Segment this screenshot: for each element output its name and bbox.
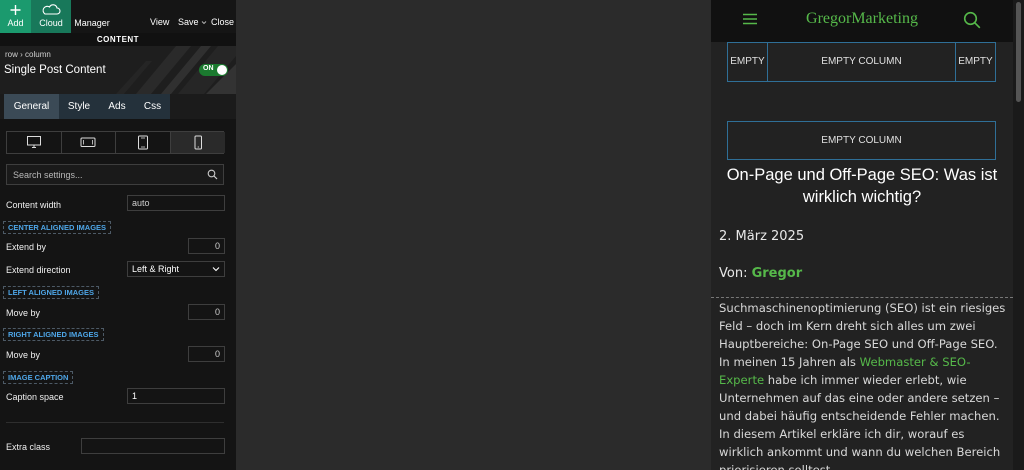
save-label: Save	[178, 17, 199, 27]
tab-ads[interactable]: Ads	[99, 94, 135, 119]
mobile-icon	[194, 135, 202, 150]
right-move-by-input[interactable]: 0	[188, 346, 225, 362]
close-button[interactable]: Close	[211, 17, 234, 27]
tablet-landscape-icon	[80, 137, 96, 147]
add-button[interactable]: Add	[0, 0, 31, 33]
search-icon[interactable]	[207, 169, 218, 180]
manager-label: Manager	[74, 18, 110, 28]
app-window: Add Cloud Manager View Save Close CONTEN…	[0, 0, 1024, 470]
breadcrumb-row[interactable]: row	[5, 50, 18, 59]
manager-button[interactable]: Manager	[71, 0, 113, 33]
center-aligned-images-section: CENTER ALIGNED IMAGES	[3, 221, 112, 234]
element-toggle[interactable]: ON	[199, 64, 228, 76]
tablet-icon	[137, 135, 148, 150]
device-mobile-button[interactable]	[170, 132, 225, 153]
content-width-input[interactable]: auto	[127, 195, 225, 211]
editor-toolbar: Add Cloud Manager View Save Close	[0, 0, 236, 33]
panel-section-title: CONTENT	[0, 33, 236, 46]
content-width-label: Content width	[6, 200, 62, 210]
caption-space-label: Caption space	[6, 392, 64, 402]
post-author-line: Von: Gregor	[719, 266, 802, 281]
content-element-outline	[711, 297, 1013, 298]
post-date: 2. März 2025	[719, 229, 805, 244]
empty-column[interactable]: EMPTY	[955, 42, 996, 82]
tab-css[interactable]: Css	[135, 94, 170, 119]
extend-direction-select[interactable]: Left & Right	[127, 261, 225, 277]
extend-by-label: Extend by	[6, 242, 47, 252]
cloud-label: Cloud	[39, 18, 63, 28]
right-aligned-images-section: RIGHT ALIGNED IMAGES	[3, 328, 104, 341]
empty-column[interactable]: EMPTY	[727, 42, 768, 82]
chevron-down-icon	[201, 21, 206, 25]
device-tablet-landscape-button[interactable]	[62, 132, 116, 153]
plus-icon	[0, 3, 31, 17]
cloud-icon	[31, 3, 71, 17]
page-preview: GregorMarketing EMPTY EMPTY COLUMN EMPTY…	[711, 0, 1013, 470]
device-tablet-button[interactable]	[116, 132, 171, 153]
scrollbar[interactable]	[1013, 0, 1024, 470]
extend-direction-label: Extend direction	[6, 265, 71, 275]
search-icon[interactable]	[963, 11, 981, 29]
add-label: Add	[7, 18, 24, 28]
divider	[6, 422, 224, 423]
image-caption-section: IMAGE CAPTION	[3, 371, 74, 384]
toggle-knob	[217, 65, 227, 75]
tab-general[interactable]: General	[4, 94, 59, 119]
element-header: row › column Single Post Content ON	[0, 46, 236, 94]
left-aligned-images-section: LEFT ALIGNED IMAGES	[3, 286, 99, 299]
element-title: Single Post Content	[4, 64, 106, 76]
right-move-by-label: Move by	[6, 350, 41, 360]
toggle-label: ON	[203, 65, 214, 72]
editor-panel: Add Cloud Manager View Save Close CONTEN…	[0, 0, 236, 470]
left-move-by-input[interactable]: 0	[188, 304, 225, 320]
search-input[interactable]	[7, 165, 202, 184]
breadcrumb-column[interactable]: column	[25, 50, 51, 59]
left-move-by-label: Move by	[6, 308, 41, 318]
scrollbar-thumb[interactable]	[1016, 2, 1021, 102]
site-header: GregorMarketing	[711, 0, 1013, 42]
desktop-icon	[26, 136, 41, 148]
device-desktop-button[interactable]	[7, 132, 62, 153]
chevron-down-icon	[212, 267, 220, 272]
author-link[interactable]: Gregor	[752, 266, 803, 281]
settings-body: Content width auto CENTER ALIGNED IMAGES…	[0, 119, 236, 470]
author-prefix: Von:	[719, 266, 752, 281]
empty-column[interactable]: EMPTY COLUMN	[727, 121, 996, 160]
settings-tabs: General Style Ads Css	[0, 94, 236, 119]
body-text-end: habe ich immer wieder erlebt, wie Untern…	[719, 373, 1001, 470]
post-content: Suchmaschinenoptimierung (SEO) ist ein r…	[719, 299, 1007, 470]
breadcrumb: row › column	[5, 50, 51, 59]
cloud-button[interactable]: Cloud	[31, 0, 71, 33]
extend-direction-value: Left & Right	[132, 264, 180, 274]
post-title: On-Page und Off-Page SEO: Was ist wirkli…	[726, 166, 998, 206]
extra-class-input[interactable]	[81, 438, 225, 454]
extra-class-label: Extra class	[6, 442, 51, 452]
view-button[interactable]: View	[150, 17, 169, 27]
caption-space-input[interactable]: 1	[127, 388, 225, 404]
save-button[interactable]: Save	[178, 17, 207, 27]
device-switcher	[6, 131, 225, 154]
settings-search	[6, 164, 224, 185]
extend-by-input[interactable]: 0	[188, 238, 225, 254]
empty-column[interactable]: EMPTY COLUMN	[767, 42, 956, 82]
tab-style[interactable]: Style	[59, 94, 99, 119]
